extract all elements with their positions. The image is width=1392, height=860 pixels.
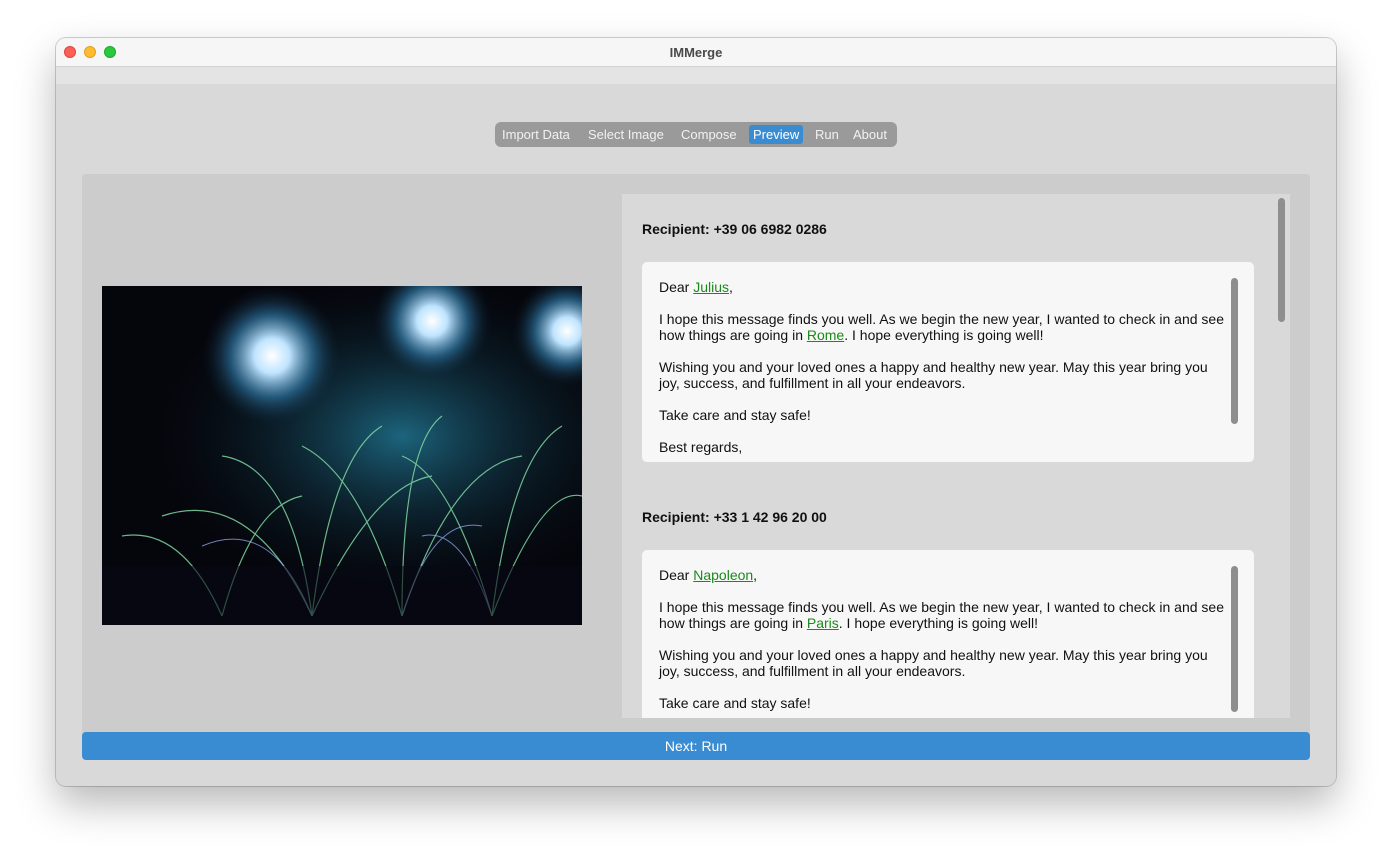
- body-text-suffix: . I hope everything is going well!: [844, 327, 1044, 343]
- recipient-name: Napoleon: [693, 567, 754, 583]
- message-text: Dear Julius, I hope this message finds y…: [659, 279, 1229, 462]
- tab-run[interactable]: Run: [811, 125, 843, 144]
- message-card: Dear Julius, I hope this message finds y…: [642, 262, 1254, 462]
- recipient-label: Recipient: +33 1 42 96 20 00: [642, 509, 827, 525]
- recipient-name: Julius: [693, 279, 730, 295]
- main-content: Import Data Select Image Compose Preview…: [56, 84, 1336, 786]
- preview-scrollbar[interactable]: [1278, 198, 1285, 322]
- closing-text: Take care and stay safe!: [659, 407, 811, 423]
- wishes-text: Wishing you and your loved ones a happy …: [659, 647, 1208, 679]
- message-text: Dear Napoleon, I hope this message finds…: [659, 567, 1229, 718]
- messages-scroll-area[interactable]: Recipient: +39 06 6982 0286 Dear Julius,…: [622, 194, 1290, 718]
- recipient-city: Rome: [806, 327, 845, 343]
- greeting-text: Dear: [659, 567, 694, 583]
- app-window: IMMerge Import Data Select Image Compose…: [56, 38, 1336, 786]
- recipient-city: Paris: [806, 615, 839, 631]
- next-run-button[interactable]: Next: Run: [82, 732, 1310, 760]
- title-bar[interactable]: IMMerge: [56, 38, 1336, 67]
- tab-import-data[interactable]: Import Data: [498, 125, 574, 144]
- tab-preview[interactable]: Preview: [749, 125, 804, 144]
- tab-compose[interactable]: Compose: [677, 125, 741, 144]
- greeting-text: Dear: [659, 279, 694, 295]
- message-card: Dear Napoleon, I hope this message finds…: [642, 550, 1254, 718]
- signoff-text: Best regards,: [659, 439, 743, 455]
- message-scrollbar[interactable]: [1231, 566, 1238, 712]
- body-text-suffix: . I hope everything is going well!: [838, 615, 1039, 631]
- greeting-suffix: ,: [729, 279, 733, 295]
- message-scrollbar[interactable]: [1231, 278, 1238, 424]
- fireworks-image: [102, 286, 582, 625]
- tab-bar: Import Data Select Image Compose Preview…: [495, 122, 897, 147]
- preview-panel: Recipient: +39 06 6982 0286 Dear Julius,…: [82, 174, 1310, 738]
- window-title: IMMerge: [669, 45, 723, 60]
- wishes-text: Wishing you and your loved ones a happy …: [659, 359, 1208, 391]
- tab-about[interactable]: About: [849, 125, 891, 144]
- greeting-suffix: ,: [753, 567, 758, 583]
- closing-text: Take care and stay safe!: [659, 695, 811, 711]
- recipient-label: Recipient: +39 06 6982 0286: [642, 221, 827, 237]
- tab-select-image[interactable]: Select Image: [584, 125, 668, 144]
